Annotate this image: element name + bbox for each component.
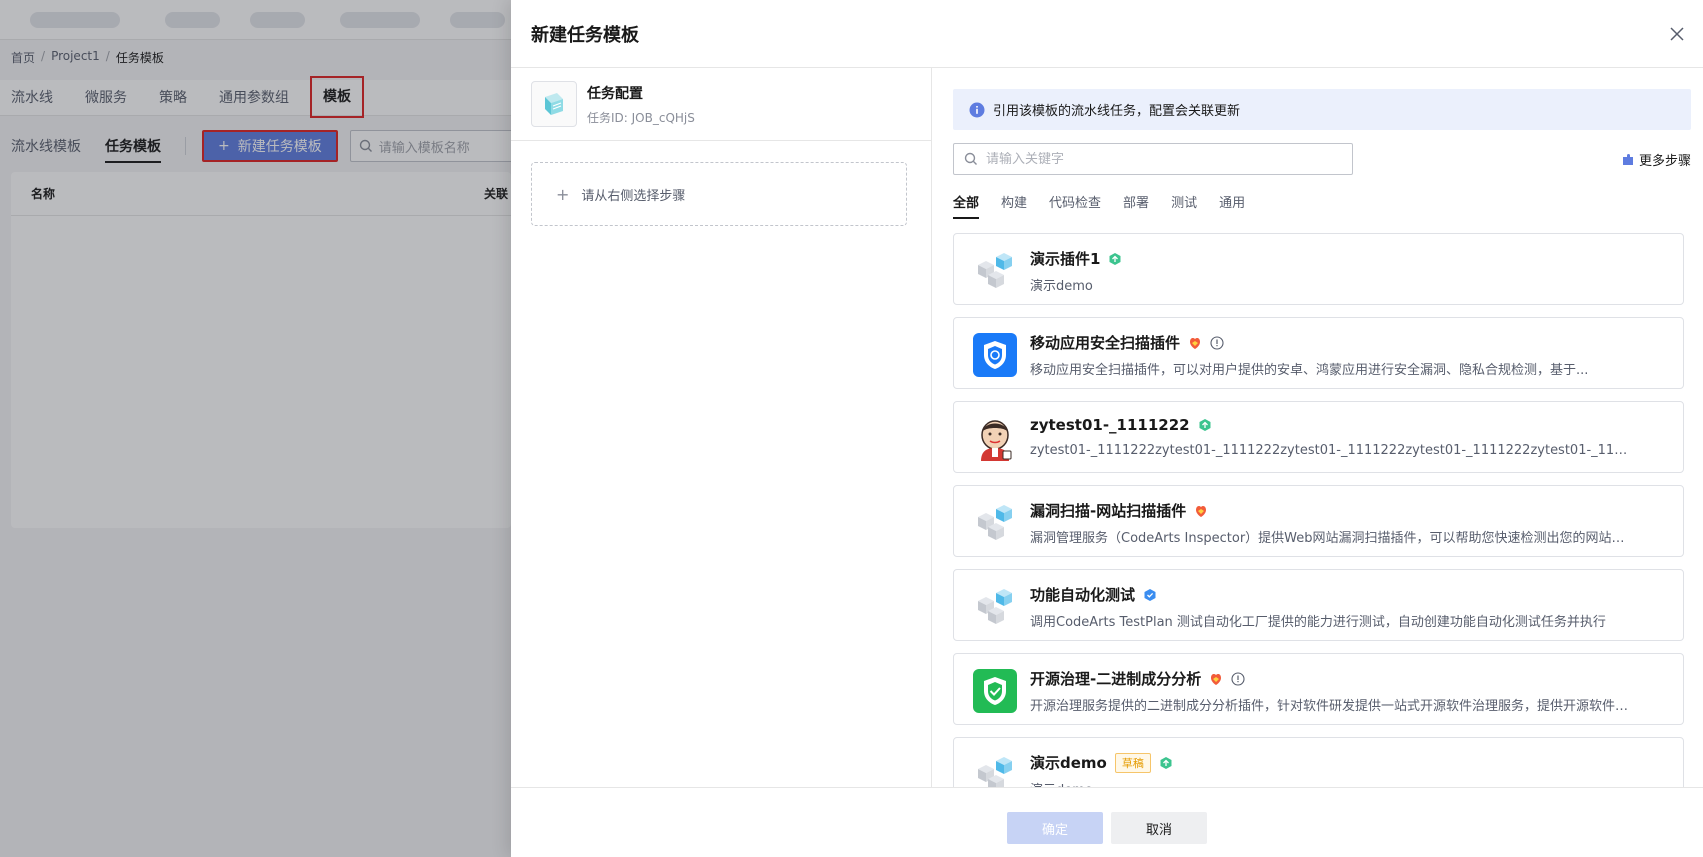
cube-icon [972,249,1018,293]
hot-badge-icon [1211,673,1222,685]
add-step-label: 请从右侧选择步骤 [581,188,686,204]
hot-badge-icon [1196,505,1207,517]
tab-category-code-check[interactable]: 代码检查 [1049,192,1101,219]
plugin-name-row: 功能自动化测试 [1030,584,1157,605]
task-id: 任务ID: JOB_cQHjS [587,110,695,125]
info-icon [969,102,985,117]
plugin-description: 演示demo [1030,779,1630,787]
step-selection-pane: 引用该模板的流水线任务，配置会关联更新 更多步骤 全部 构建 代码检查 部署 测… [932,68,1703,787]
task-config-title: 任务配置 [587,85,643,102]
plugin-name: 移动应用安全扫描插件 [1030,334,1181,352]
task-config-pane: 任务配置 任务ID: JOB_cQHjS + 请从右侧选择步骤 [511,68,932,787]
plugin-name: 演示插件1 [1030,250,1101,268]
plugin-description: 移动应用安全扫描插件，可以对用户提供的安卓、鸿蒙应用进行安全漏洞、隐私合规检测，… [1030,363,1589,378]
plugin-card[interactable]: 开源治理-二进制成分分析 开源治理服务提供的二进制成分分析插件，针对软件研发提供… [953,653,1684,725]
plugin-name-row: 漏洞扫描-网站扫描插件 [1030,500,1208,521]
close-button[interactable] [1665,22,1689,46]
confirm-button[interactable]: 确定 [1007,812,1103,844]
green-badge-icon [1199,419,1211,431]
close-icon [1670,27,1684,41]
plugin-name-row: 演示插件1 [1030,248,1122,269]
plugin-name: 漏洞扫描-网站扫描插件 [1030,502,1187,520]
plugin-card[interactable]: 功能自动化测试 调用CodeArts TestPlan 测试自动化工厂提供的能力… [953,569,1684,641]
tab-category-general[interactable]: 通用 [1219,192,1245,219]
plugin-description: 演示demo [1030,279,1093,294]
search-icon [964,152,977,165]
puzzle-icon [1622,154,1633,165]
cube-icon [972,585,1018,629]
new-task-template-drawer: 新建任务模板 任务配置 任务ID: JOB_cQHjS + 请从右侧选择步骤 引… [511,0,1703,857]
task-config-header: 任务配置 任务ID: JOB_cQHjS [511,68,931,141]
drawer-header: 新建任务模板 [511,0,1703,68]
plugin-name: 功能自动化测试 [1030,586,1136,604]
green-badge-icon [1109,252,1121,265]
plugin-description: zytest01-_1111222zytest01-_1111222zytest… [1030,443,1630,458]
tab-category-test[interactable]: 测试 [1171,192,1197,219]
plugin-description: 调用CodeArts TestPlan 测试自动化工厂提供的能力进行测试，自动创… [1030,615,1606,630]
step-search-input[interactable] [986,151,1346,167]
plugin-card[interactable]: 漏洞扫描-网站扫描插件 漏洞管理服务（CodeArts Inspector）提供… [953,485,1684,557]
blue-shield-icon [972,333,1018,377]
plugin-name-row: zytest01-_1111222 [1030,416,1212,434]
plugin-list: 演示插件1 演示demo 移动应用安全扫描插件 移动应用安全扫描插件，可以对用户… [953,233,1684,787]
add-step-placeholder[interactable]: + 请从右侧选择步骤 [531,162,907,226]
info-icon[interactable] [1231,671,1245,686]
cube-icon [972,501,1018,545]
plugin-description: 漏洞管理服务（CodeArts Inspector）提供Web网站漏洞扫描插件，… [1030,531,1630,546]
plus-icon: + [556,184,570,204]
plugin-card[interactable]: zytest01-_1111222 zytest01-_1111222zytes… [953,401,1684,473]
hot-badge-icon [1190,337,1201,349]
plugin-name-row: 移动应用安全扫描插件 [1030,332,1224,353]
plugin-card[interactable]: 演示插件1 演示demo [953,233,1684,305]
more-steps-link[interactable]: 更多步骤 [1622,150,1691,169]
tab-category-build[interactable]: 构建 [1001,192,1027,219]
plugin-name-row: 演示demo 草稿 [1030,752,1173,773]
info-icon[interactable] [1210,335,1224,350]
category-tabs: 全部 构建 代码检查 部署 测试 通用 [953,192,1245,219]
blue-badge-icon [1144,588,1156,601]
green-shield-icon [972,669,1018,713]
jenkins-icon [972,417,1018,461]
plugin-card[interactable]: 演示demo 草稿 演示demo [953,737,1684,787]
tab-category-all[interactable]: 全部 [953,192,980,219]
draft-badge: 草稿 [1114,752,1151,773]
cancel-button[interactable]: 取消 [1111,812,1207,844]
plugin-name: 演示demo [1030,754,1107,772]
plugin-description: 开源治理服务提供的二进制成分分析插件，针对软件研发提供一站式开源软件治理服务，提… [1030,699,1630,714]
plugin-name-row: 开源治理-二进制成分分析 [1030,668,1245,689]
info-alert: 引用该模板的流水线任务，配置会关联更新 [953,89,1691,130]
step-search-box [953,143,1353,175]
plugin-card[interactable]: 移动应用安全扫描插件 移动应用安全扫描插件，可以对用户提供的安卓、鸿蒙应用进行安… [953,317,1684,389]
info-alert-text: 引用该模板的流水线任务，配置会关联更新 [993,104,1241,119]
plugin-name: 开源治理-二进制成分分析 [1030,670,1202,688]
plugin-name: zytest01-_1111222 [1030,416,1190,434]
cube-icon [972,753,1018,787]
green-badge-icon [1160,756,1172,769]
task-config-icon [531,81,577,127]
more-steps-label: 更多步骤 [1638,154,1691,169]
drawer-title: 新建任务模板 [531,25,639,46]
drawer-footer: 确定 取消 [511,787,1703,857]
tab-category-deploy[interactable]: 部署 [1123,192,1149,219]
